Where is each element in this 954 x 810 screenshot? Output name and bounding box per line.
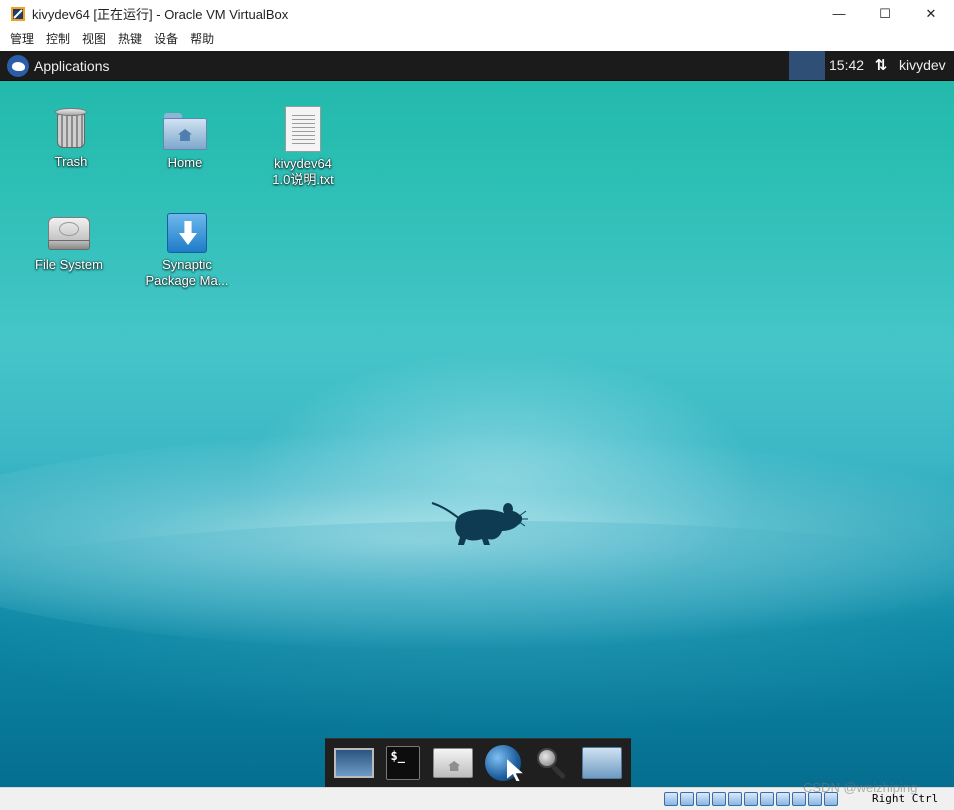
show-desktop-icon: [333, 748, 374, 778]
app-finder-icon: [535, 746, 569, 780]
dock-home-folder[interactable]: [430, 742, 476, 784]
watermark: CSDN @weizhiping: [803, 780, 918, 795]
file-manager-icon: [582, 747, 623, 779]
xfce-dock: $_: [325, 738, 631, 787]
menu-manage[interactable]: 管理: [4, 27, 40, 51]
minimize-button[interactable]: —: [816, 0, 862, 27]
virtualbox-logo-icon: [11, 6, 25, 21]
optical-drive-indicator-icon[interactable]: [680, 792, 694, 806]
user-menu[interactable]: kivydev: [899, 51, 946, 80]
home-folder-icon: [433, 748, 474, 778]
wallpaper-wave-dark: [0, 521, 954, 761]
hard-disk-icon: [46, 215, 92, 253]
desktop-icon-label-line1: Synaptic: [162, 257, 212, 272]
maximize-button[interactable]: ☐: [862, 0, 908, 27]
dock-show-desktop[interactable]: [331, 742, 377, 784]
desktop-icon-label-line2: Package Ma...: [145, 273, 229, 288]
desktop-icon-synaptic[interactable]: Synaptic Package Ma...: [139, 213, 235, 289]
hard-disk-indicator-icon[interactable]: [664, 792, 678, 806]
menu-devices[interactable]: 设备: [148, 27, 184, 51]
menu-bar: 管理 控制 视图 热键 设备 帮助: [0, 27, 954, 51]
usb-indicator-icon[interactable]: [728, 792, 742, 806]
menu-view[interactable]: 视图: [76, 27, 112, 51]
menu-hotkeys[interactable]: 热键: [112, 27, 148, 51]
text-document-icon: [285, 106, 321, 152]
home-folder-icon: [162, 111, 208, 151]
display-indicator-icon[interactable]: [760, 792, 774, 806]
desktop-icon-label-line2: 1.0说明.txt: [272, 172, 334, 187]
recording-indicator-icon[interactable]: [776, 792, 790, 806]
dock-web-browser[interactable]: [480, 742, 526, 784]
desktop-icon-label: Home: [167, 155, 203, 170]
dock-terminal[interactable]: $_: [380, 742, 426, 784]
desktop-icon-label-line1: kivydev64: [274, 156, 332, 171]
desktop-icon-file-system[interactable]: File System: [21, 215, 117, 273]
desktop-icon-label: Trash: [54, 154, 88, 169]
web-browser-icon: [484, 745, 523, 781]
window-title: kivydev64 [正在运行] - Oracle VM VirtualBox: [32, 7, 289, 22]
vm-screen[interactable]: Applications 15:42 ⇅ kivydev Trash Home …: [0, 51, 954, 787]
applications-menu[interactable]: Applications: [34, 58, 110, 74]
menu-help[interactable]: 帮助: [184, 27, 220, 51]
xfce-menu-icon[interactable]: [7, 54, 29, 77]
audio-indicator-icon[interactable]: [696, 792, 710, 806]
desktop-icon-home[interactable]: Home: [137, 111, 233, 171]
synaptic-download-icon: [167, 213, 207, 253]
desktop-icon-label: File System: [35, 257, 103, 272]
panel-clock[interactable]: 15:42: [829, 51, 864, 80]
dock-file-manager[interactable]: [579, 742, 625, 784]
xfce-mouse-logo: [431, 502, 528, 545]
close-button[interactable]: ✕: [908, 0, 954, 27]
workspace-switcher[interactable]: [789, 51, 825, 80]
shared-folder-indicator-icon[interactable]: [744, 792, 758, 806]
xfce-top-panel: Applications 15:42 ⇅ kivydev: [0, 51, 954, 81]
menu-control[interactable]: 控制: [40, 27, 76, 51]
network-icon[interactable]: ⇅: [872, 57, 890, 75]
trash-icon: [53, 106, 89, 150]
desktop-icon-readme[interactable]: kivydev64 1.0说明.txt: [255, 106, 351, 188]
desktop-icon-trash[interactable]: Trash: [23, 106, 119, 170]
terminal-icon: $_: [386, 746, 421, 780]
window-titlebar[interactable]: kivydev64 [正在运行] - Oracle VM VirtualBox …: [0, 0, 954, 27]
network-indicator-icon[interactable]: [712, 792, 726, 806]
window-controls: — ☐ ✕: [816, 0, 954, 27]
dock-app-finder[interactable]: [529, 742, 575, 784]
